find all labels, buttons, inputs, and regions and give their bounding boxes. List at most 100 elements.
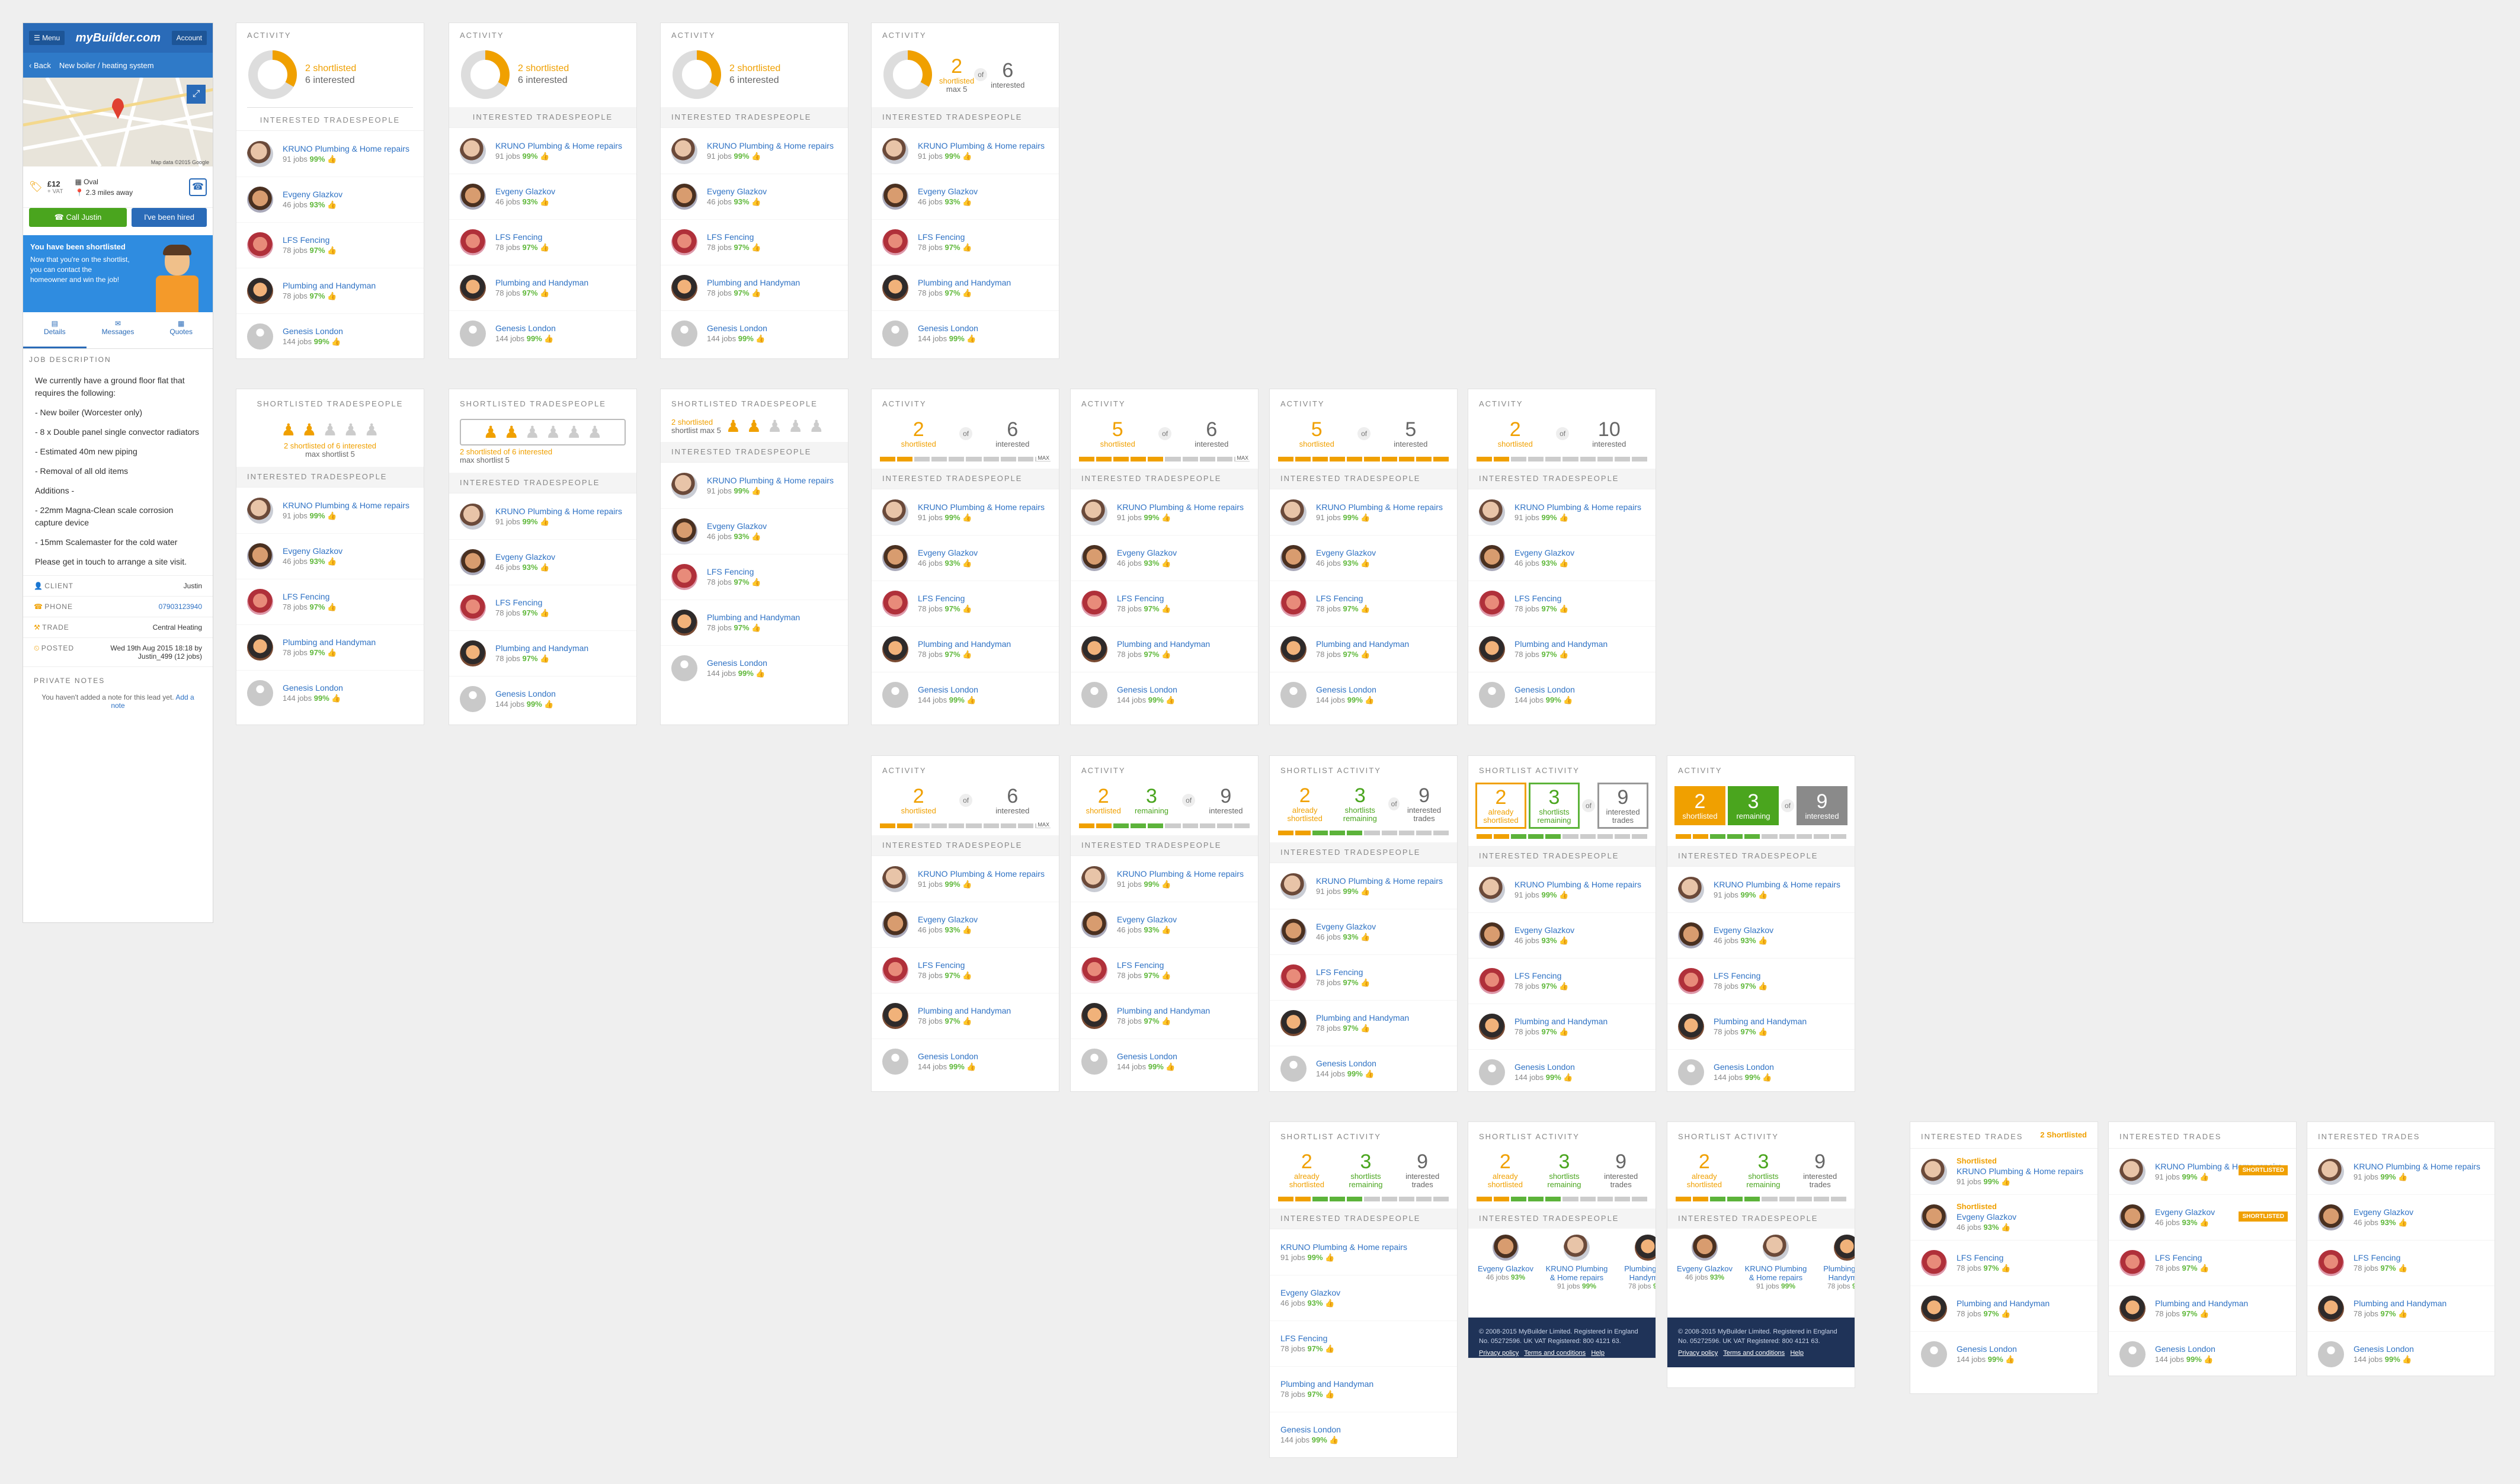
tradesperson-name[interactable]: Genesis London xyxy=(918,323,978,334)
tradesperson-name[interactable]: Genesis London xyxy=(283,326,343,336)
tradesperson-name[interactable]: Plumbing and Handyman xyxy=(1514,1016,1608,1027)
tradesperson-name[interactable]: Genesis London xyxy=(707,658,767,668)
tradesperson-name[interactable]: Evgeny Glazkov xyxy=(1316,547,1376,558)
tradesperson-row[interactable]: Plumbing and Handyman 78 jobs 97% 👍 xyxy=(872,626,1059,672)
tradesperson-name[interactable]: Plumbing and Handyman xyxy=(1814,1264,1855,1282)
terms-link[interactable]: Terms and conditions xyxy=(1524,1350,1586,1357)
tradesperson-name[interactable]: Genesis London xyxy=(2155,1344,2215,1354)
tradesperson-row[interactable]: Genesis London 144 jobs 99% 👍 xyxy=(1270,1046,1457,1091)
tradesperson-row[interactable]: LFS Fencing 78 jobs 97% 👍 xyxy=(236,579,424,624)
tradesperson-name[interactable]: KRUNO Plumbing & Home repairs xyxy=(1117,502,1244,512)
tradesperson-name[interactable]: LFS Fencing xyxy=(2354,1252,2407,1263)
tradesperson-name[interactable]: Plumbing and Handyman xyxy=(1615,1264,1656,1282)
tradesperson-row[interactable]: Plumbing and Handyman 78 jobs 97% 👍 xyxy=(1468,626,1656,672)
expand-map-icon[interactable]: ⤢ xyxy=(187,85,206,104)
tradesperson-name[interactable]: Evgeny Glazkov xyxy=(283,189,342,200)
tradesperson-row[interactable]: LFS Fencing 78 jobs 97% 👍 xyxy=(1071,581,1258,626)
tradesperson-name[interactable]: Plumbing and Handyman xyxy=(495,277,588,288)
tradesperson-name[interactable]: Genesis London xyxy=(495,688,556,699)
tradesperson-row[interactable]: LFS Fencing 78 jobs 97% 👍 xyxy=(2109,1240,2296,1286)
carousel-item[interactable]: Plumbing and Handyman78 jobs 97% xyxy=(1814,1235,1855,1312)
tradesperson-name[interactable]: KRUNO Plumbing & Home repairs xyxy=(1514,879,1641,890)
tab-quotes[interactable]: ▦ Quotes xyxy=(149,312,213,348)
privacy-link[interactable]: Privacy policy xyxy=(1678,1350,1718,1357)
tradesperson-name[interactable]: LFS Fencing xyxy=(707,566,761,577)
tradesperson-row[interactable]: KRUNO Plumbing & Home repairs 91 jobs 99%… xyxy=(1270,1229,1457,1275)
tradesperson-name[interactable]: KRUNO Plumbing & Home repairs xyxy=(1280,1242,1407,1252)
tradesperson-carousel[interactable]: Evgeny Glazkov 46 jobs 93% KRUNO Plumbing … xyxy=(1667,1229,1855,1318)
tradesperson-row[interactable]: Genesis London 144 jobs 99% 👍 xyxy=(1270,672,1457,717)
hired-button[interactable]: I've been hired xyxy=(132,208,207,227)
tradesperson-name[interactable]: Evgeny Glazkov xyxy=(2354,1207,2413,1217)
tradesperson-name[interactable]: Plumbing and Handyman xyxy=(1957,1298,2050,1309)
tradesperson-name[interactable]: KRUNO Plumbing & Home repairs xyxy=(1514,502,1641,512)
tradesperson-row[interactable]: Plumbing and Handyman 78 jobs 97% 👍 xyxy=(872,265,1059,310)
tradesperson-name[interactable]: Genesis London xyxy=(1957,1344,2017,1354)
tab-details[interactable]: ▤ Details xyxy=(23,312,87,348)
tradesperson-row[interactable]: LFS Fencing 78 jobs 97% 👍 xyxy=(236,222,424,268)
tradesperson-name[interactable]: Plumbing and Handyman xyxy=(707,277,800,288)
carousel-item[interactable]: KRUNO Plumbing & Home repairs 91 jobs 99% xyxy=(1743,1235,1808,1312)
call-button[interactable]: ☎ Call Justin xyxy=(29,208,127,227)
tradesperson-row[interactable]: Genesis London 144 jobs 99% 👍 xyxy=(1910,1331,2098,1377)
tradesperson-row[interactable]: Genesis London 144 jobs 99% 👍 xyxy=(1468,672,1656,717)
carousel-item[interactable]: Evgeny Glazkov 46 jobs 93% xyxy=(1672,1235,1737,1312)
tradesperson-name[interactable]: Plumbing and Handyman xyxy=(918,639,1011,649)
tradesperson-row[interactable]: Plumbing and Handyman 78 jobs 97% 👍 xyxy=(872,993,1059,1039)
tradesperson-name[interactable]: Evgeny Glazkov xyxy=(2155,1207,2215,1217)
tradesperson-name[interactable]: Evgeny Glazkov xyxy=(283,546,342,556)
tradesperson-name[interactable]: Genesis London xyxy=(1316,1058,1376,1069)
tradesperson-row[interactable]: LFS Fencing 78 jobs 97% 👍 xyxy=(1270,1320,1457,1366)
tradesperson-name[interactable]: Genesis London xyxy=(707,323,767,334)
tradesperson-row[interactable]: Plumbing and Handyman 78 jobs 97% 👍 xyxy=(661,600,848,645)
tradesperson-name[interactable]: KRUNO Plumbing & Home repairs xyxy=(1316,502,1443,512)
help-link[interactable]: Help xyxy=(1790,1350,1804,1357)
tradesperson-name[interactable]: KRUNO Plumbing & Home repairs xyxy=(1544,1264,1609,1282)
tradesperson-row[interactable]: Evgeny Glazkov 46 jobs 93% 👍 xyxy=(449,539,636,585)
tradesperson-name[interactable]: LFS Fencing xyxy=(918,232,972,242)
tradesperson-row[interactable]: KRUNO Plumbing & Home repairs 91 jobs 99%… xyxy=(661,463,848,508)
tradesperson-row[interactable]: Plumbing and Handyman 78 jobs 97% 👍 xyxy=(2109,1286,2296,1331)
tradesperson-row[interactable]: Plumbing and Handyman 78 jobs 97% 👍 xyxy=(1071,993,1258,1039)
map[interactable]: ⤢ Map data ©2015 Google xyxy=(23,78,213,166)
tradesperson-name[interactable]: Evgeny Glazkov xyxy=(495,552,555,562)
tradesperson-row[interactable]: KRUNO Plumbing & Home repairs 91 jobs 99%… xyxy=(872,128,1059,174)
carousel-item[interactable]: Evgeny Glazkov 46 jobs 93% xyxy=(1473,1235,1538,1312)
tradesperson-name[interactable]: KRUNO Plumbing & Home repairs xyxy=(495,140,622,151)
terms-link[interactable]: Terms and conditions xyxy=(1723,1350,1785,1357)
tradesperson-row[interactable]: LFS Fencing 78 jobs 97% 👍 xyxy=(1270,581,1457,626)
tradesperson-name[interactable]: LFS Fencing xyxy=(1514,593,1568,604)
tradesperson-row[interactable]: KRUNO Plumbing & Home repairs 91 jobs 99%… xyxy=(1270,863,1457,909)
tradesperson-row[interactable]: Genesis London 144 jobs 99% 👍 xyxy=(661,645,848,691)
tradesperson-name[interactable]: Evgeny Glazkov xyxy=(707,521,767,531)
tradesperson-row[interactable]: Genesis London 144 jobs 99% 👍 xyxy=(872,1039,1059,1084)
tradesperson-carousel[interactable]: Evgeny Glazkov 46 jobs 93% KRUNO Plumbing … xyxy=(1468,1229,1656,1318)
tradesperson-row[interactable]: Genesis London 144 jobs 99% 👍 xyxy=(1270,1412,1457,1457)
tradesperson-name[interactable]: LFS Fencing xyxy=(1714,970,1767,981)
tradesperson-row[interactable]: Plumbing and Handyman 78 jobs 97% 👍 xyxy=(1270,626,1457,672)
tradesperson-row[interactable]: LFS Fencing 78 jobs 97% 👍 xyxy=(1468,958,1656,1004)
tradesperson-name[interactable]: Evgeny Glazkov xyxy=(1117,914,1177,925)
tradesperson-name[interactable]: Evgeny Glazkov xyxy=(1672,1264,1737,1273)
tradesperson-name[interactable]: Plumbing and Handyman xyxy=(1280,1379,1373,1389)
tradesperson-row[interactable]: Evgeny Glazkov 46 jobs 93% 👍 xyxy=(1270,1275,1457,1320)
tradesperson-name[interactable]: Genesis London xyxy=(1316,684,1376,695)
tradesperson-row[interactable]: Genesis London 144 jobs 99% 👍 xyxy=(872,672,1059,717)
tradesperson-name[interactable]: LFS Fencing xyxy=(283,591,337,602)
tradesperson-name[interactable]: Plumbing and Handyman xyxy=(283,280,376,291)
tradesperson-row[interactable]: Genesis London 144 jobs 99% 👍 xyxy=(1468,1049,1656,1091)
tradesperson-row[interactable]: Plumbing and Handyman 78 jobs 97% 👍 xyxy=(449,630,636,676)
tradesperson-row[interactable]: LFS Fencing 78 jobs 97% 👍 xyxy=(1910,1240,2098,1286)
tradesperson-name[interactable]: KRUNO Plumbing & Home repairs xyxy=(1316,876,1443,886)
tradesperson-row[interactable]: Evgeny Glazkov 46 jobs 93% 👍 xyxy=(1071,535,1258,581)
help-link[interactable]: Help xyxy=(1591,1350,1605,1357)
tradesperson-name[interactable]: KRUNO Plumbing & Home repairs xyxy=(1957,1166,2083,1177)
menu-button[interactable]: ☰ Menu xyxy=(29,31,65,45)
tradesperson-row[interactable]: Shortlisted KRUNO Plumbing & Home repairs… xyxy=(1910,1149,2098,1194)
tradesperson-row[interactable]: LFS Fencing 78 jobs 97% 👍 xyxy=(1270,954,1457,1000)
tradesperson-row[interactable]: LFS Fencing 78 jobs 97% 👍 xyxy=(449,585,636,630)
tradesperson-row[interactable]: Plumbing and Handyman 78 jobs 97% 👍 xyxy=(1071,626,1258,672)
tradesperson-name[interactable]: LFS Fencing xyxy=(918,960,972,970)
tradesperson-row[interactable]: KRUNO Plumbing & Home repairs 91 jobs 99%… xyxy=(1667,867,1855,912)
tradesperson-row[interactable]: Evgeny Glazkov 46 jobs 93% 👍 SHORTLISTED xyxy=(2109,1194,2296,1240)
